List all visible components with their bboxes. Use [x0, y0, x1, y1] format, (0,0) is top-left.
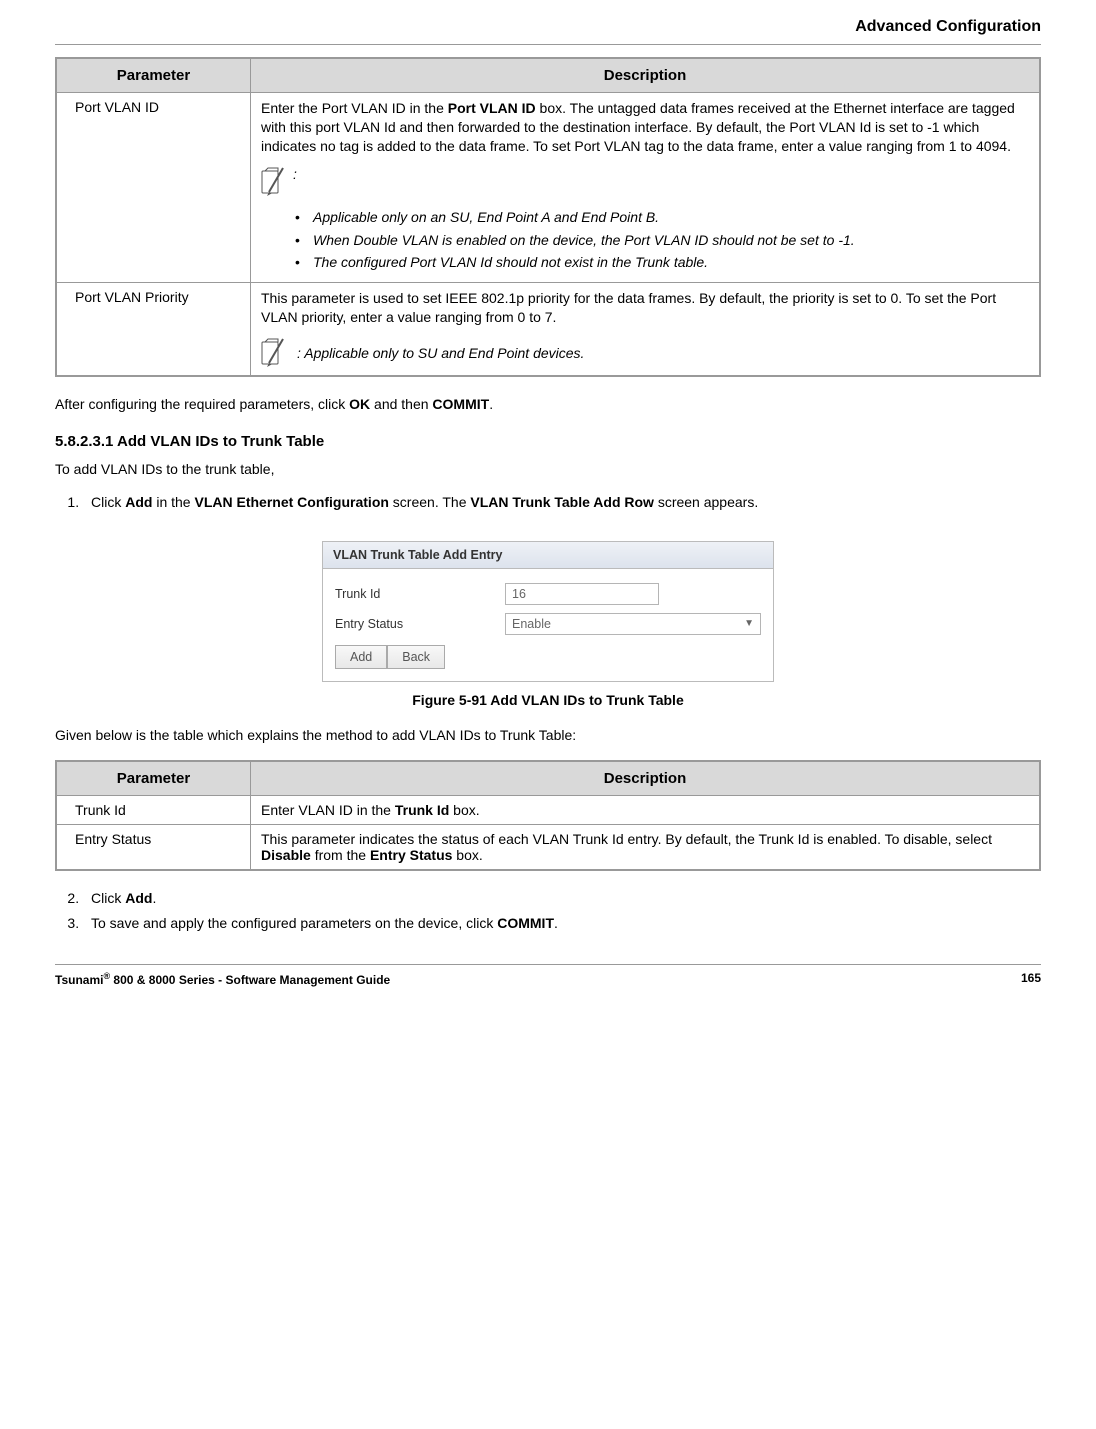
list-item: The configured Port VLAN Id should not e…: [291, 253, 1029, 272]
desc-text: This parameter is used to set IEEE 802.1…: [261, 289, 1029, 327]
param-desc-port-vlan-priority: This parameter is used to set IEEE 802.1…: [251, 283, 1041, 376]
page-number: 165: [1021, 971, 1041, 987]
bold-text: Add: [125, 494, 152, 510]
text: .: [489, 396, 493, 412]
table1-header-param: Parameter: [56, 58, 251, 93]
figure-caption: Figure 5-91 Add VLAN IDs to Trunk Table: [55, 692, 1041, 708]
table2-header-param: Parameter: [56, 761, 251, 796]
table-row: Port VLAN Priority This parameter is use…: [56, 283, 1040, 376]
table2-header-desc: Description: [251, 761, 1041, 796]
text: To save and apply the configured paramet…: [91, 915, 497, 931]
footer-left: Tsunami® 800 & 8000 Series - Software Ma…: [55, 971, 390, 987]
input-value: 16: [512, 587, 526, 601]
text: box.: [449, 802, 479, 818]
text: After configuring the required parameter…: [55, 396, 349, 412]
list-item: Click Add in the VLAN Ethernet Configura…: [83, 493, 1041, 513]
param-name-port-vlan-priority: Port VLAN Priority: [56, 283, 251, 376]
chevron-down-icon: ▼: [744, 618, 754, 629]
note-inline-text: : Applicable only to SU and End Point de…: [297, 345, 584, 361]
table-row: Entry Status This parameter indicates th…: [56, 824, 1040, 870]
desc-bold: Port VLAN ID: [448, 100, 536, 116]
text: This parameter indicates the status of e…: [261, 831, 992, 847]
bold-text: Disable: [261, 847, 311, 863]
desc-text: Enter the Port VLAN ID in the: [261, 100, 448, 116]
note-icon: [261, 166, 289, 198]
after-table-text: After configuring the required parameter…: [55, 395, 1041, 415]
table-row: Trunk Id Enter VLAN ID in the Trunk Id b…: [56, 795, 1040, 824]
text: screen appears.: [654, 494, 758, 510]
list-item: To save and apply the configured paramet…: [83, 914, 1041, 934]
back-button[interactable]: Back: [387, 645, 445, 669]
text: screen. The: [389, 494, 470, 510]
text: Click: [91, 494, 125, 510]
numbered-list: Click Add in the VLAN Ethernet Configura…: [83, 493, 1041, 513]
section-intro: To add VLAN IDs to the trunk table,: [55, 460, 1041, 480]
text: Enter VLAN ID in the: [261, 802, 395, 818]
ui-panel: VLAN Trunk Table Add Entry Trunk Id 16 E…: [322, 541, 774, 682]
note-bullets: Applicable only on an SU, End Point A an…: [291, 208, 1029, 273]
text: .: [152, 890, 156, 906]
bold-text: OK: [349, 396, 370, 412]
numbered-list-continued: Click Add. To save and apply the configu…: [83, 889, 1041, 934]
list-item: When Double VLAN is enabled on the devic…: [291, 231, 1029, 250]
text: and then: [370, 396, 432, 412]
list-item: Click Add.: [83, 889, 1041, 909]
param-desc-port-vlan-id: Enter the Port VLAN ID in the Port VLAN …: [251, 93, 1041, 283]
text: Tsunami: [55, 973, 103, 987]
trunk-id-label: Trunk Id: [335, 587, 505, 601]
param-name-trunk-id: Trunk Id: [56, 795, 251, 824]
text: .: [554, 915, 558, 931]
param-name-entry-status: Entry Status: [56, 824, 251, 870]
bold-text: VLAN Ethernet Configuration: [194, 494, 388, 510]
table1-header-desc: Description: [251, 58, 1041, 93]
note-icon: [261, 337, 289, 369]
entry-status-select[interactable]: Enable ▼: [505, 613, 761, 635]
param-name-port-vlan-id: Port VLAN ID: [56, 93, 251, 283]
table-row: Port VLAN ID Enter the Port VLAN ID in t…: [56, 93, 1040, 283]
bold-text: Add: [125, 890, 152, 906]
list-item: Applicable only on an SU, End Point A an…: [291, 208, 1029, 227]
ui-row-trunk-id: Trunk Id 16: [335, 583, 761, 605]
trunk-id-input[interactable]: 16: [505, 583, 659, 605]
text: in the: [152, 494, 194, 510]
add-button[interactable]: Add: [335, 645, 387, 669]
text: from the: [311, 847, 370, 863]
bold-text: COMMIT: [497, 915, 554, 931]
note-colon: :: [293, 166, 297, 182]
below-figure-text: Given below is the table which explains …: [55, 726, 1041, 746]
header-rule: [55, 44, 1041, 45]
ui-panel-title: VLAN Trunk Table Add Entry: [323, 542, 773, 569]
bold-text: Trunk Id: [395, 802, 449, 818]
bold-text: Entry Status: [370, 847, 452, 863]
ui-row-entry-status: Entry Status Enable ▼: [335, 613, 761, 635]
param-desc-trunk-id: Enter VLAN ID in the Trunk Id box.: [251, 795, 1041, 824]
section-heading: 5.8.2.3.1 Add VLAN IDs to Trunk Table: [55, 433, 1041, 450]
parameter-table-1: Parameter Description Port VLAN ID Enter…: [55, 57, 1041, 377]
select-value: Enable: [512, 617, 551, 631]
text: Click: [91, 890, 125, 906]
page-header-title: Advanced Configuration: [55, 0, 1041, 44]
parameter-table-2: Parameter Description Trunk Id Enter VLA…: [55, 760, 1041, 871]
text: box.: [452, 847, 482, 863]
param-desc-entry-status: This parameter indicates the status of e…: [251, 824, 1041, 870]
bold-text: VLAN Trunk Table Add Row: [470, 494, 654, 510]
figure: VLAN Trunk Table Add Entry Trunk Id 16 E…: [55, 541, 1041, 682]
text: 800 & 8000 Series - Software Management …: [110, 973, 390, 987]
page-footer: Tsunami® 800 & 8000 Series - Software Ma…: [55, 964, 1041, 987]
bold-text: COMMIT: [432, 396, 489, 412]
entry-status-label: Entry Status: [335, 617, 505, 631]
